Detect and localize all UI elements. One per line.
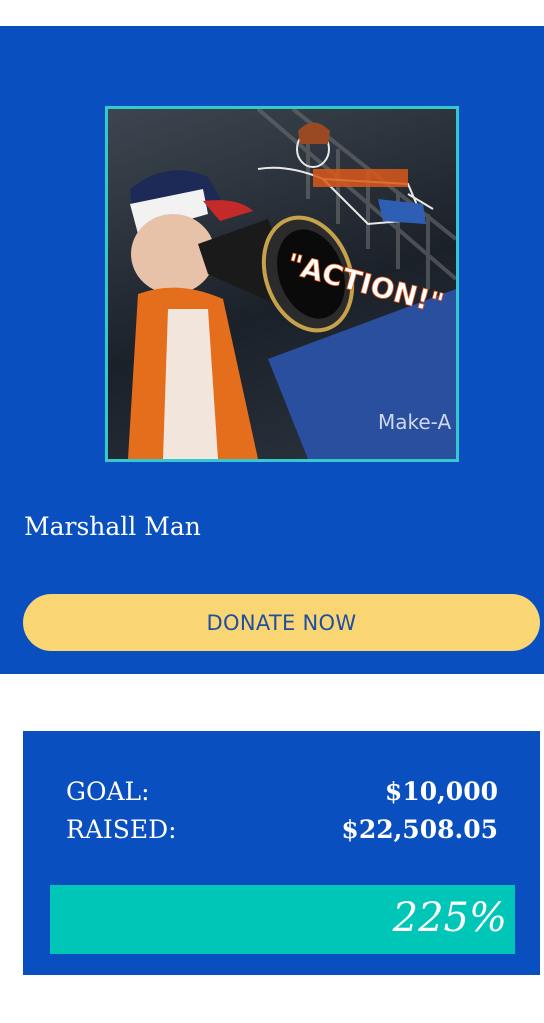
progress-bar: 225% <box>50 885 515 954</box>
goal-label: GOAL: <box>66 777 150 806</box>
goal-row: GOAL: $10,000 <box>66 777 498 806</box>
progress-percent: 225% <box>392 895 507 941</box>
goal-value: $10,000 <box>384 777 498 806</box>
campaign-photo: Make-A "ACTION!" <box>105 106 459 462</box>
photo-banner-text: Make-A <box>378 410 451 434</box>
raised-row: RAISED: $22,508.05 <box>66 815 498 844</box>
fundraising-stats-panel: GOAL: $10,000 RAISED: $22,508.05 225% <box>23 731 540 975</box>
raised-value: $22,508.05 <box>341 815 498 844</box>
donate-now-button[interactable]: DONATE NOW <box>23 594 540 651</box>
campaign-hero: Make-A "ACTION!" Marshall Man DONATE NOW <box>0 26 544 674</box>
campaign-name: Marshall Man <box>24 512 201 541</box>
campaign-photo-illustration: Make-A "ACTION!" <box>128 109 456 459</box>
raised-label: RAISED: <box>66 815 177 844</box>
